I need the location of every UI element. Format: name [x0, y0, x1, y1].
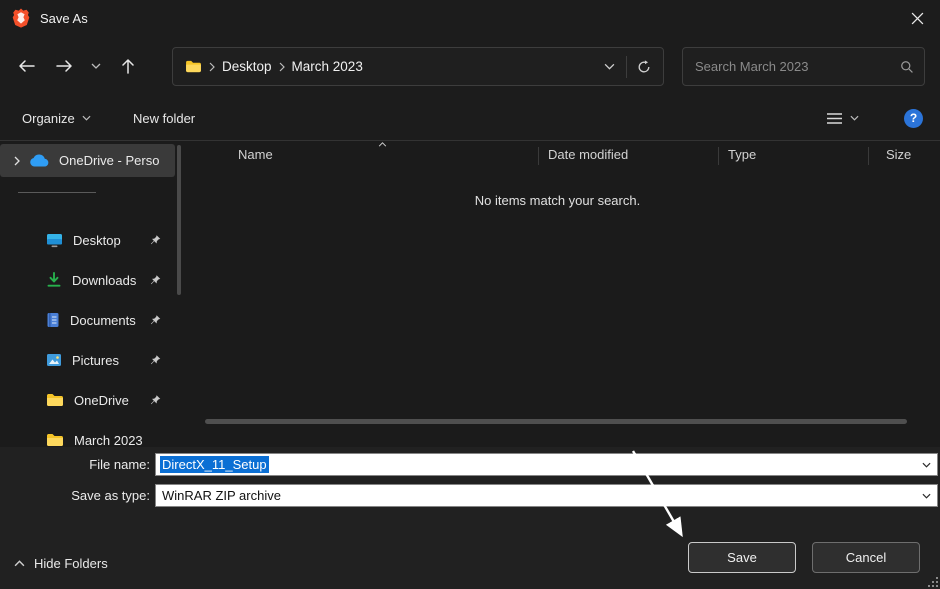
window-title: Save As — [40, 11, 88, 26]
file-name-input[interactable]: DirectX_11_Setup — [155, 453, 938, 476]
address-bar[interactable]: Desktop March 2023 — [172, 47, 664, 86]
up-button[interactable] — [112, 50, 144, 82]
forward-arrow-icon — [56, 59, 73, 73]
pictures-icon — [46, 353, 62, 367]
save-as-type-value: WinRAR ZIP archive — [160, 488, 281, 503]
file-name-value: DirectX_11_Setup — [160, 456, 269, 473]
file-name-label: File name: — [0, 457, 150, 472]
chevron-down-icon — [91, 63, 101, 69]
column-header-type[interactable]: Type — [728, 147, 756, 162]
chevron-down-icon[interactable] — [916, 486, 936, 505]
help-icon: ? — [904, 109, 923, 128]
back-arrow-icon — [18, 59, 35, 73]
help-button[interactable]: ? — [898, 96, 929, 140]
back-button[interactable] — [10, 50, 42, 82]
sidebar-item-desktop[interactable]: Desktop — [0, 224, 175, 256]
chevron-down-icon — [604, 63, 615, 70]
refresh-button[interactable] — [631, 53, 657, 81]
sidebar-item-label: OneDrive — [74, 393, 129, 408]
sidebar-item-pictures[interactable]: Pictures — [0, 344, 175, 376]
titlebar: Save As — [0, 0, 940, 36]
sidebar-item-label: Desktop — [73, 233, 121, 248]
toolbar: Organize New folder ? — [0, 96, 940, 141]
divider — [626, 56, 627, 78]
onedrive-cloud-icon — [29, 154, 49, 167]
close-icon — [911, 12, 924, 25]
new-folder-button[interactable]: New folder — [127, 96, 201, 140]
save-button[interactable]: Save — [688, 542, 796, 573]
empty-folder-message: No items match your search. — [185, 193, 930, 208]
recent-locations-button[interactable] — [86, 50, 106, 82]
brave-icon — [12, 8, 30, 28]
folder-icon — [46, 393, 64, 407]
cancel-button[interactable]: Cancel — [812, 542, 920, 573]
sidebar-item-label: Downloads — [72, 273, 136, 288]
column-header-size[interactable]: Size — [886, 147, 911, 162]
sidebar-item-label: OneDrive - Perso — [59, 153, 159, 168]
sidebar-item-march-2023[interactable]: March 2023 — [0, 424, 175, 447]
search-box — [682, 47, 925, 86]
new-folder-label: New folder — [133, 111, 195, 126]
chevron-down-icon — [850, 115, 859, 121]
address-dropdown-button[interactable] — [596, 53, 622, 81]
column-separator — [718, 147, 719, 165]
column-header-date-modified[interactable]: Date modified — [548, 147, 628, 162]
view-options-button[interactable] — [820, 96, 865, 140]
save-as-type-label: Save as type: — [0, 488, 150, 503]
sidebar-item-label: Documents — [70, 313, 136, 328]
breadcrumb-separator-icon — [206, 62, 218, 72]
search-input[interactable] — [695, 59, 900, 74]
breadcrumb-item-march-2023[interactable]: March 2023 — [288, 59, 367, 74]
close-button[interactable] — [894, 0, 940, 36]
sidebar-item-onedrive-personal[interactable]: OneDrive - Perso — [0, 144, 175, 177]
bottom-panel: File name: DirectX_11_Setup Save as type… — [0, 447, 940, 589]
folder-icon — [46, 433, 64, 447]
hide-folders-label: Hide Folders — [34, 556, 108, 571]
search-icon — [900, 60, 914, 74]
breadcrumb-separator-icon — [276, 62, 288, 72]
content-area: OneDrive - Perso Desktop Downloads — [0, 141, 940, 447]
sidebar-item-documents[interactable]: Documents — [0, 304, 175, 336]
forward-button[interactable] — [48, 50, 80, 82]
chevron-down-icon[interactable] — [916, 455, 936, 474]
hide-folders-button[interactable]: Hide Folders — [14, 551, 108, 575]
horizontal-scrollbar[interactable] — [205, 419, 907, 424]
sidebar-scrollbar[interactable] — [177, 145, 181, 295]
sidebar: OneDrive - Perso Desktop Downloads — [0, 141, 184, 447]
divider — [18, 192, 96, 193]
column-header-name[interactable]: Name — [238, 147, 273, 162]
downloads-icon — [46, 272, 62, 288]
sidebar-item-label: Pictures — [72, 353, 119, 368]
documents-icon — [46, 312, 60, 328]
sort-ascending-icon — [378, 142, 387, 147]
sidebar-item-label: March 2023 — [74, 433, 143, 448]
pin-icon — [150, 235, 161, 246]
sidebar-item-downloads[interactable]: Downloads — [0, 264, 175, 296]
expand-chevron-icon[interactable] — [14, 156, 20, 166]
chevron-up-icon — [14, 560, 25, 567]
file-list: Name Date modified Type Size No items ma… — [185, 141, 940, 447]
pin-icon — [150, 395, 161, 406]
save-as-dialog: Save As — [0, 0, 940, 589]
pin-icon — [150, 275, 161, 286]
column-separator — [538, 147, 539, 165]
breadcrumb-item-desktop[interactable]: Desktop — [218, 59, 276, 74]
up-arrow-icon — [121, 58, 135, 74]
pin-icon — [150, 355, 161, 366]
folder-icon — [185, 60, 202, 73]
organize-button[interactable]: Organize — [16, 96, 97, 140]
chevron-down-icon — [82, 115, 91, 121]
organize-label: Organize — [22, 111, 75, 126]
column-separator — [868, 147, 869, 165]
save-as-type-select[interactable]: WinRAR ZIP archive — [155, 484, 938, 507]
sidebar-item-onedrive[interactable]: OneDrive — [0, 384, 175, 416]
pin-icon — [150, 315, 161, 326]
list-view-icon — [826, 112, 843, 125]
resize-grip[interactable] — [927, 576, 938, 587]
navigation-bar: Desktop March 2023 — [0, 36, 940, 96]
refresh-icon — [637, 60, 651, 74]
desktop-icon — [46, 233, 63, 248]
